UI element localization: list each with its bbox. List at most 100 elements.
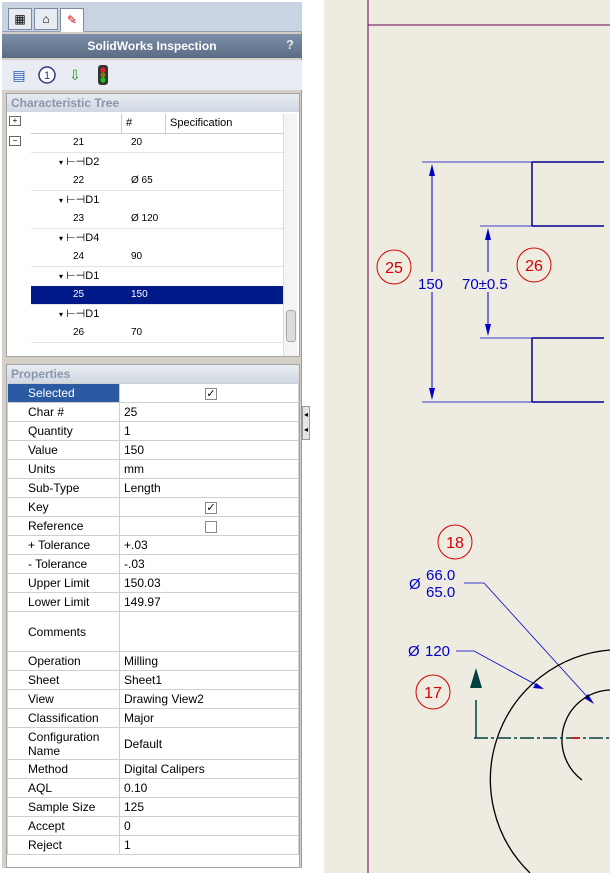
inspection-panel: ▦ ⌂ ✎ SolidWorks Inspection ? ▤ 1 ⇩ Char… [2, 2, 302, 868]
export-button[interactable]: ⇩ [64, 64, 86, 86]
tree-group-row[interactable]: ▾ ⊢⊣D1 [31, 305, 283, 324]
add-characteristic-button[interactable]: ▤ [8, 64, 30, 86]
property-value[interactable]: ✓ [119, 497, 299, 517]
panel-tabstrip: ▦ ⌂ ✎ [2, 2, 302, 32]
dimension-icon: ⊢⊣ [66, 232, 86, 244]
property-value[interactable]: Digital Calipers [119, 759, 299, 779]
help-icon[interactable]: ? [282, 37, 298, 54]
property-value[interactable]: Default [119, 727, 299, 760]
property-key: Selected [7, 383, 120, 403]
tree-item-row-selected[interactable]: 25 150 [31, 286, 283, 305]
property-value[interactable]: 0 [119, 816, 299, 836]
property-row: Quantity 1 [7, 421, 299, 441]
properties-header: Properties [7, 365, 299, 383]
tree-scroll-thumb[interactable] [286, 310, 296, 342]
property-row: Operation Milling [7, 651, 299, 671]
tree-item-row[interactable]: 22 Ø 65 [31, 172, 283, 191]
traffic-light-button[interactable] [92, 64, 114, 86]
dim-150[interactable]: 150 [418, 276, 443, 293]
add-characteristic-icon: ▤ [12, 66, 26, 83]
checked-checkbox[interactable]: ✓ [205, 501, 217, 514]
item-specification: 70 [131, 327, 143, 338]
property-key: Sub-Type [7, 478, 120, 498]
balloon-25[interactable]: 25 [385, 260, 403, 277]
collapse-arrow-icon[interactable]: ▾ [59, 272, 63, 281]
property-value[interactable] [119, 516, 299, 536]
tree-item-row[interactable]: 26 70 [31, 324, 283, 343]
unchecked-checkbox[interactable] [205, 520, 217, 533]
property-row: Comments [7, 611, 299, 652]
property-value[interactable]: -.03 [119, 554, 299, 574]
balloon-26[interactable]: 26 [525, 258, 543, 275]
dim-dia-66[interactable]: 66.0 [426, 567, 455, 584]
property-value[interactable]: +.03 [119, 535, 299, 555]
property-key: Lower Limit [7, 592, 120, 612]
property-value[interactable]: 1 [119, 421, 299, 441]
tree-group-row[interactable]: ▾ ⊢⊣D4 [31, 229, 283, 248]
collapse-all-icon[interactable]: − [9, 136, 21, 146]
property-value[interactable]: Sheet1 [119, 670, 299, 690]
balloon-number-button[interactable]: 1 [36, 64, 58, 86]
export-icon: ⇩ [69, 66, 81, 83]
tree-scrollbar[interactable] [283, 114, 297, 356]
property-value[interactable]: 25 [119, 402, 299, 422]
property-value[interactable]: 149.97 [119, 592, 299, 612]
tree-item-row[interactable]: 21 20 [31, 134, 283, 153]
collapse-arrow-icon[interactable]: ▾ [59, 196, 63, 205]
property-key: Reject [7, 835, 120, 855]
property-value[interactable]: 1 [119, 835, 299, 855]
property-value[interactable]: ✓ [119, 383, 299, 403]
property-key: Method [7, 759, 120, 779]
balloon-18[interactable]: 18 [446, 535, 464, 552]
properties-table: Selected ✓ Char #25 Quantity 1 Value 150 Units m… [7, 383, 299, 855]
balloon-17[interactable]: 17 [424, 685, 442, 702]
inspection-tab[interactable]: ✎ [60, 8, 84, 32]
panel-splitter[interactable]: ◂ ◂ [302, 406, 310, 440]
characteristic-tree: Characteristic Tree + − # Specification … [6, 93, 300, 357]
property-row: Units mm [7, 459, 299, 479]
collapse-arrow-icon[interactable]: ▾ [59, 310, 63, 319]
collapse-arrow-icon[interactable]: ▾ [59, 158, 63, 167]
property-row: Key ✓ [7, 497, 299, 517]
dimension-icon: ⊢⊣ [66, 308, 86, 320]
feature-manager-icon: ▦ [14, 12, 26, 26]
property-key: + Tolerance [7, 535, 120, 555]
item-number: 21 [73, 137, 85, 148]
checked-checkbox[interactable]: ✓ [205, 387, 217, 400]
property-value[interactable]: Milling [119, 651, 299, 671]
column-specification[interactable]: Specification [165, 114, 283, 133]
collapse-arrow-icon[interactable]: ▾ [59, 234, 63, 243]
property-value[interactable]: 150 [119, 440, 299, 460]
property-value[interactable]: mm [119, 459, 299, 479]
item-specification: 150 [131, 289, 148, 300]
traffic-light-icon [98, 65, 108, 85]
tree-item-row[interactable]: 23 Ø 120 [31, 210, 283, 229]
property-key: Classification [7, 708, 120, 728]
tree-group-row[interactable]: ▾ ⊢⊣D1 [31, 267, 283, 286]
property-row: Configuration Name Default [7, 727, 299, 760]
property-key: Operation [7, 651, 120, 671]
property-manager-tab[interactable]: ⌂ [34, 8, 58, 30]
property-value[interactable] [119, 611, 299, 652]
property-value[interactable]: Major [119, 708, 299, 728]
column-num[interactable]: # [121, 114, 165, 133]
tree-group-row[interactable]: ▾ ⊢⊣D2 [31, 153, 283, 172]
tree-group-row[interactable]: ▾ ⊢⊣D1 [31, 191, 283, 210]
dimension-icon: ⊢⊣ [66, 194, 86, 206]
tree-item-row[interactable]: 24 90 [31, 248, 283, 267]
property-key: Value [7, 440, 120, 460]
expand-all-icon[interactable]: + [9, 116, 21, 126]
dimension-icon: ⊢⊣ [66, 156, 86, 168]
property-value[interactable]: 0.10 [119, 778, 299, 798]
property-value[interactable]: Length [119, 478, 299, 498]
dim-dia-65[interactable]: 65.0 [426, 584, 455, 601]
tree-body: # Specification 21 20 ▾ ⊢⊣D2 22 Ø 65 ▾ ⊢⊣D1 23… [31, 114, 283, 356]
property-value[interactable]: 125 [119, 797, 299, 817]
property-value[interactable]: 150.03 [119, 573, 299, 593]
feature-manager-tab[interactable]: ▦ [8, 8, 32, 30]
property-key: Upper Limit [7, 573, 120, 593]
dim-dia-120[interactable]: 120 [425, 643, 450, 660]
balloon-number-icon: 1 [38, 66, 56, 84]
dim-70[interactable]: 70±0.5 [462, 276, 508, 293]
property-value[interactable]: Drawing View2 [119, 689, 299, 709]
